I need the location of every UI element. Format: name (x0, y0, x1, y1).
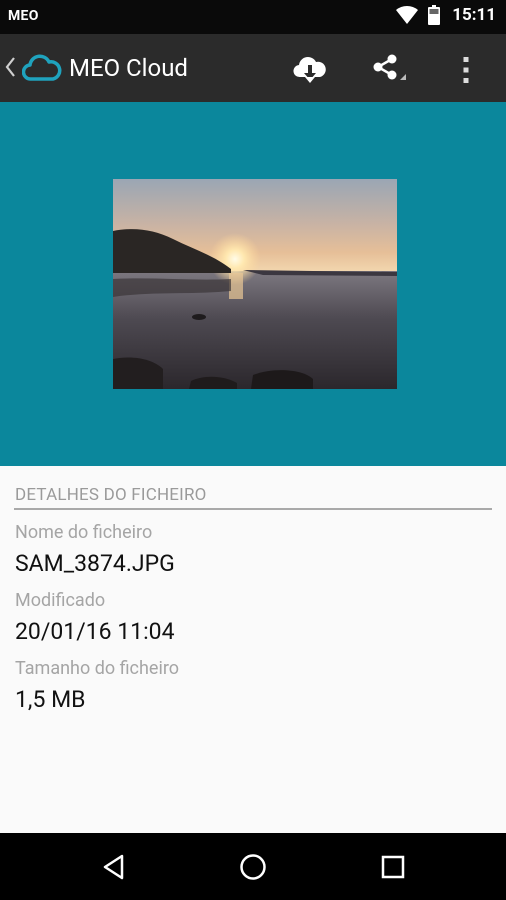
cloud-download-icon (293, 57, 326, 83)
share-button[interactable] (366, 50, 406, 90)
app-bar: MEO Cloud (0, 34, 506, 102)
nav-home-button[interactable] (233, 847, 273, 887)
file-name-value: SAM_3874.JPG (15, 550, 175, 577)
recents-square-icon (381, 855, 405, 879)
file-size-value: 1,5 MB (15, 686, 86, 713)
file-size-label: Tamanho do ficheiro (15, 658, 180, 679)
file-name-label: Nome do ficheiro (15, 522, 153, 543)
back-chevron-icon[interactable] (4, 56, 16, 78)
share-icon (373, 54, 406, 80)
modified-label: Modificado (15, 590, 106, 611)
file-details-panel: DETALHES DO FICHEIRO Nome do ficheiro SA… (0, 466, 506, 833)
section-title: DETALHES DO FICHEIRO (15, 485, 207, 505)
home-circle-icon (240, 854, 266, 880)
photo-preview[interactable] (113, 179, 397, 389)
nav-back-button[interactable] (94, 847, 134, 887)
modified-value: 20/01/16 11:04 (15, 618, 175, 645)
section-divider (14, 508, 492, 510)
wifi-icon (396, 5, 419, 25)
status-bar: MEO 15:11 (0, 0, 506, 34)
battery-icon (428, 5, 441, 25)
navigation-bar (0, 833, 506, 900)
download-button[interactable] (290, 50, 330, 90)
nav-recents-button[interactable] (373, 847, 413, 887)
status-icons: 15:11 (396, 5, 496, 25)
back-triangle-icon (103, 854, 124, 880)
carrier-label: MEO (8, 8, 39, 24)
overflow-menu-button[interactable] (446, 50, 486, 90)
cloud-logo-icon (22, 54, 62, 81)
image-preview-area (0, 102, 506, 466)
clock: 15:11 (452, 5, 496, 25)
app-title: MEO Cloud (69, 54, 188, 82)
overflow-menu-icon (463, 57, 469, 83)
